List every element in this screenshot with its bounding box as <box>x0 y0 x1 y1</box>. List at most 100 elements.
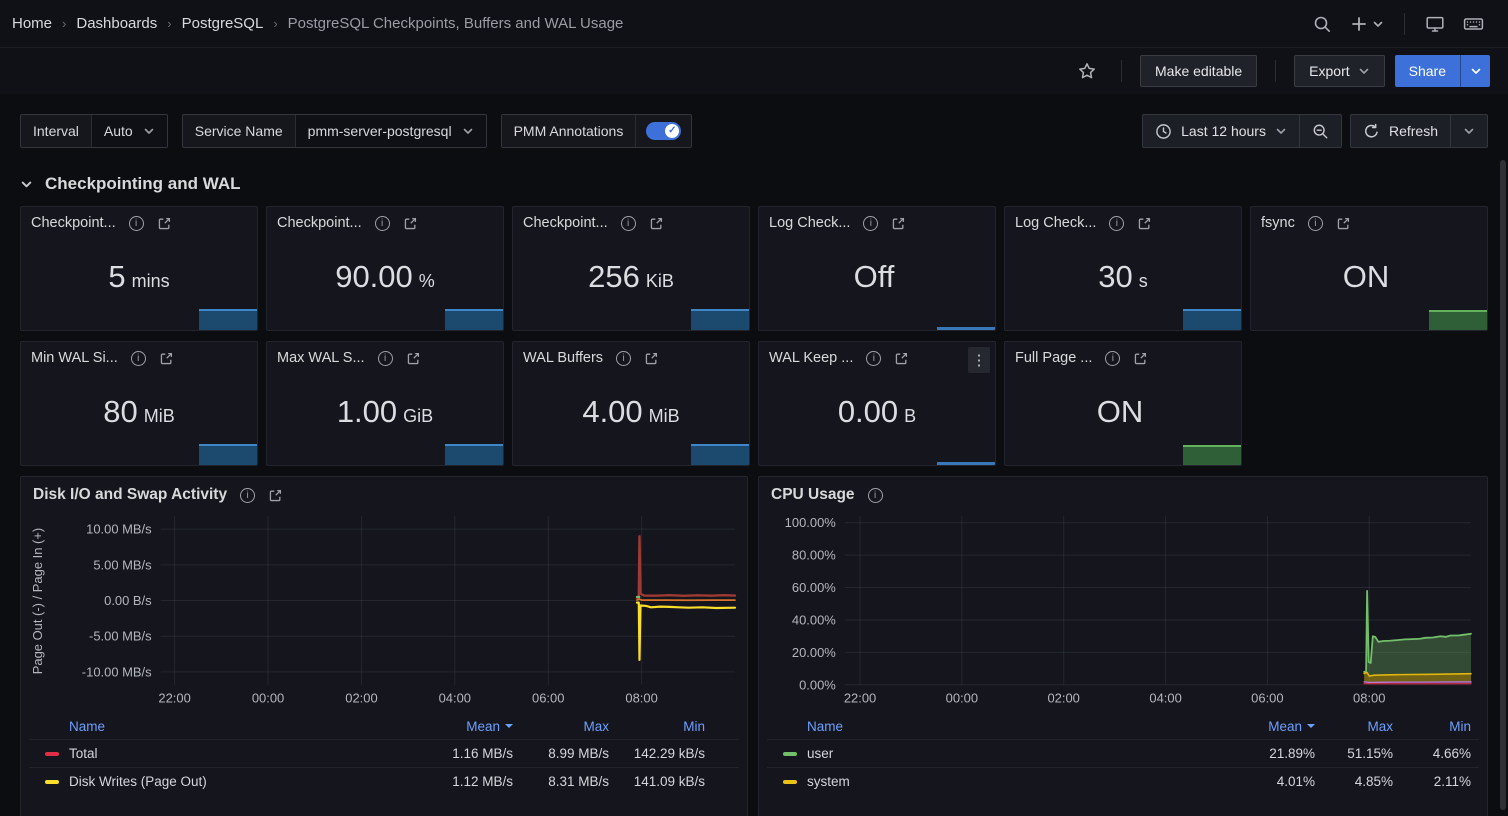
info-icon[interactable]: i <box>863 216 878 231</box>
time-range-label: Last 12 hours <box>1181 123 1266 139</box>
keyboard-icon <box>1463 14 1484 34</box>
panel-menu-kebab[interactable]: ⋮ <box>968 347 990 373</box>
svg-text:80.00%: 80.00% <box>792 548 836 563</box>
panel-title[interactable]: Log Check... <box>769 215 850 231</box>
section-row-checkpointing[interactable]: Checkpointing and WAL <box>0 148 1508 206</box>
panel-title[interactable]: Max WAL S... <box>277 350 365 366</box>
legend-header-max[interactable]: Max <box>513 719 609 734</box>
legend-header-min[interactable]: Min <box>1393 719 1471 734</box>
make-editable-button[interactable]: Make editable <box>1140 55 1257 87</box>
panel-title[interactable]: Checkpoint... <box>31 215 116 231</box>
external-link-icon[interactable] <box>649 216 664 231</box>
external-link-icon[interactable] <box>894 351 909 366</box>
panel-title[interactable]: Checkpoint... <box>277 215 362 231</box>
external-link-icon[interactable] <box>157 216 172 231</box>
export-button[interactable]: Export <box>1294 55 1384 87</box>
time-range-button[interactable]: Last 12 hours <box>1143 115 1299 147</box>
panel-title[interactable]: CPU Usage <box>771 486 855 504</box>
legend-header-mean[interactable]: Mean <box>417 719 513 734</box>
stat-panel-log-checkpoints: Log Check...i Off <box>758 206 996 331</box>
interval-select[interactable]: Auto <box>91 115 167 147</box>
search-button[interactable] <box>1306 8 1338 40</box>
stat-unit: % <box>419 271 435 291</box>
legend-header-max[interactable]: Max <box>1315 719 1393 734</box>
info-icon[interactable]: i <box>1105 351 1120 366</box>
legend-series-name[interactable]: system <box>807 774 850 789</box>
top-navigation: Home › Dashboards › PostgreSQL › Postgre… <box>0 0 1508 48</box>
zoom-out-icon <box>1312 123 1329 140</box>
panel-title[interactable]: Min WAL Si... <box>31 350 118 366</box>
info-icon[interactable]: i <box>375 216 390 231</box>
info-icon[interactable]: i <box>131 351 146 366</box>
svg-text:08:00: 08:00 <box>625 691 657 706</box>
info-icon[interactable]: i <box>378 351 393 366</box>
divider <box>1404 13 1405 35</box>
external-link-icon[interactable] <box>1133 351 1148 366</box>
breadcrumb-dashboards[interactable]: Dashboards <box>76 15 157 32</box>
external-link-icon[interactable] <box>644 351 659 366</box>
share-caret-button[interactable] <box>1460 55 1490 87</box>
keyboard-shortcuts-button[interactable] <box>1457 8 1490 40</box>
legend-header-row: Name Mean Max Min <box>29 713 739 739</box>
panel-title[interactable]: fsync <box>1261 215 1295 231</box>
external-link-icon[interactable] <box>406 351 421 366</box>
panel-title[interactable]: WAL Keep ... <box>769 350 853 366</box>
cpu-usage-chart[interactable]: 100.00%80.00%60.00%40.00%20.00%0.00%22:0… <box>767 506 1479 711</box>
stat-panel-min-wal-size: Min WAL Si...i 80MiB <box>20 341 258 466</box>
stat-unit: KiB <box>646 271 674 291</box>
svg-text:100.00%: 100.00% <box>785 515 837 530</box>
refresh-interval-button[interactable] <box>1450 115 1487 147</box>
stat-panel-wal-buffers: WAL Buffersi 4.00MiB <box>512 341 750 466</box>
svg-text:0.00%: 0.00% <box>799 677 836 692</box>
service-name-filter: Service Name pmm-server-postgresql <box>182 114 487 148</box>
new-button[interactable] <box>1344 9 1390 39</box>
info-icon[interactable]: i <box>866 351 881 366</box>
external-link-icon[interactable] <box>1137 216 1152 231</box>
info-icon[interactable]: i <box>240 488 255 503</box>
panel-title[interactable]: WAL Buffers <box>523 350 603 366</box>
panel-title[interactable]: Full Page ... <box>1015 350 1092 366</box>
svg-text:10.00 MB/s: 10.00 MB/s <box>86 522 152 537</box>
external-link-icon[interactable] <box>1336 216 1351 231</box>
breadcrumb-home[interactable]: Home <box>12 15 52 32</box>
share-button[interactable]: Share <box>1395 55 1460 87</box>
legend-header-min[interactable]: Min <box>609 719 705 734</box>
breadcrumb-folder-postgresql[interactable]: PostgreSQL <box>182 15 264 32</box>
kiosk-mode-button[interactable] <box>1419 8 1451 40</box>
external-link-icon[interactable] <box>159 351 174 366</box>
refresh-button[interactable]: Refresh <box>1351 115 1450 147</box>
info-icon[interactable]: i <box>1308 216 1323 231</box>
chevron-down-icon <box>1463 125 1475 137</box>
legend-series-name[interactable]: user <box>807 746 833 761</box>
zoom-out-button[interactable] <box>1299 115 1341 147</box>
info-icon[interactable]: i <box>868 488 883 503</box>
info-icon[interactable]: i <box>129 216 144 231</box>
external-link-icon[interactable] <box>403 216 418 231</box>
panel-title[interactable]: Log Check... <box>1015 215 1096 231</box>
stat-unit: B <box>904 406 916 426</box>
info-icon[interactable]: i <box>1109 216 1124 231</box>
legend-series-name[interactable]: Disk Writes (Page Out) <box>69 774 207 789</box>
info-icon[interactable]: i <box>621 216 636 231</box>
chart-panel-row: Disk I/O and Swap Activity i 10.00 MB/s5… <box>20 476 1488 816</box>
external-link-icon[interactable] <box>891 216 906 231</box>
external-link-icon[interactable] <box>268 488 283 503</box>
legend-series-name[interactable]: Total <box>69 746 98 761</box>
breadcrumb-separator: › <box>62 16 66 31</box>
page-scrollbar[interactable] <box>1500 160 1506 810</box>
legend-min-value: 4.66% <box>1393 746 1471 761</box>
panel-title[interactable]: Checkpoint... <box>523 215 608 231</box>
legend-header-name[interactable]: Name <box>767 719 1237 734</box>
favorite-button[interactable] <box>1071 57 1103 85</box>
variable-filters: Interval Auto Service Name pmm-server-po… <box>20 114 692 148</box>
panel-title[interactable]: Disk I/O and Swap Activity <box>33 486 227 504</box>
info-icon[interactable]: i <box>616 351 631 366</box>
interval-label: Interval <box>21 115 91 147</box>
legend-header-name[interactable]: Name <box>29 719 417 734</box>
disk-io-chart[interactable]: 10.00 MB/s5.00 MB/s0.00 B/s-5.00 MB/s-10… <box>29 506 739 711</box>
service-name-select[interactable]: pmm-server-postgresql <box>295 115 486 147</box>
legend-header-mean[interactable]: Mean <box>1237 719 1315 734</box>
refresh-group: Refresh <box>1350 114 1488 148</box>
chevron-down-icon <box>1372 18 1384 30</box>
pmm-annotations-toggle[interactable]: ✓ <box>646 122 681 140</box>
